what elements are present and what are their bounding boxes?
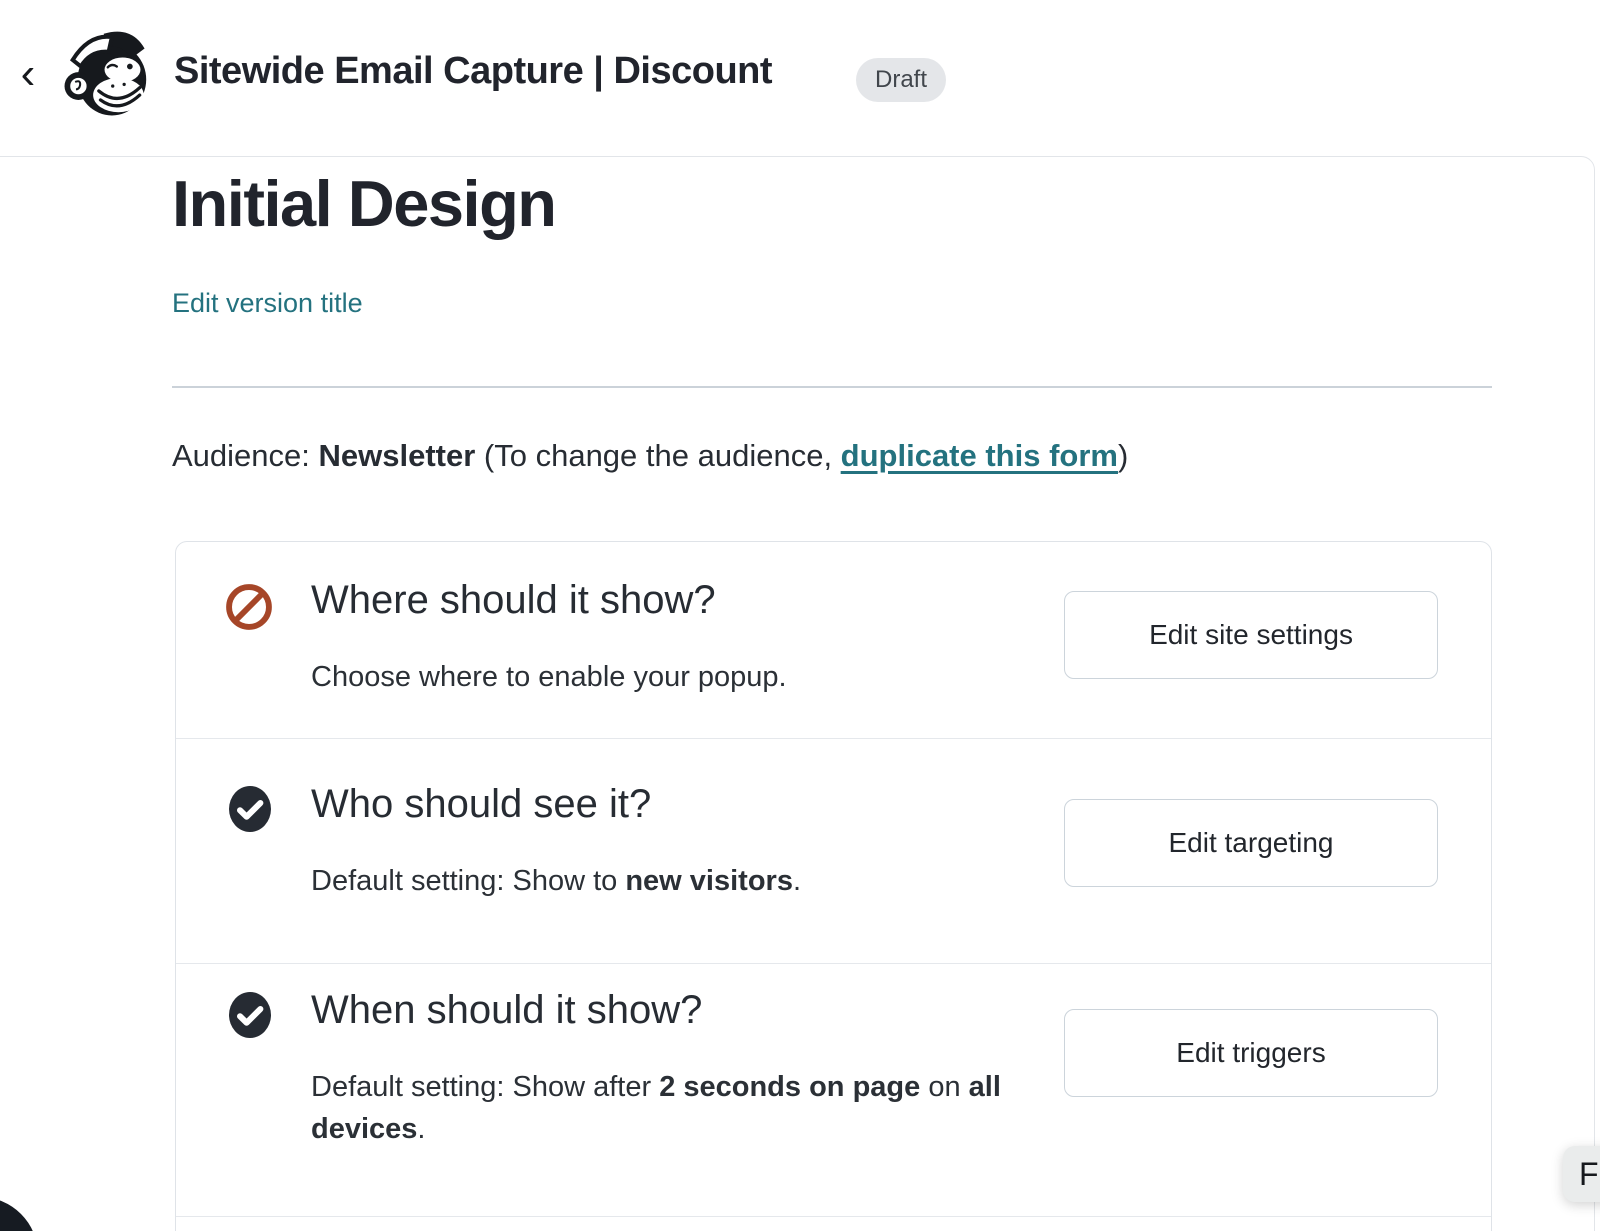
steps-card: Where should it show? Choose where to en… (175, 541, 1492, 1231)
row-divider (176, 963, 1491, 964)
audience-note-close: ) (1118, 438, 1128, 473)
top-bar: ‹ Sitewide Email Capture | Discount Draf… (0, 0, 1600, 156)
edit-triggers-button[interactable]: Edit triggers (1064, 1009, 1438, 1097)
duplicate-form-link[interactable]: duplicate this form (841, 438, 1118, 473)
desc-text: Default setting: Show after (311, 1071, 659, 1103)
desc-bold: 2 seconds on page (659, 1071, 920, 1103)
step-title-when: When should it show? (311, 988, 702, 1033)
step-desc-where: Choose where to enable your popup. (311, 656, 1023, 698)
section-divider (172, 386, 1492, 388)
edit-version-title-link[interactable]: Edit version title (172, 288, 363, 319)
check-circle-icon (226, 785, 274, 833)
row-divider (176, 738, 1491, 739)
audience-note: (To change the audience, (475, 438, 840, 473)
check-circle-icon (226, 991, 274, 1039)
chevron-left-icon: ‹ (21, 52, 36, 96)
page-title: Initial Design (172, 166, 556, 241)
feedback-button[interactable]: F (1563, 1146, 1600, 1202)
prohibited-icon (223, 581, 275, 633)
form-title: Sitewide Email Capture | Discount (174, 50, 772, 93)
desc-text: Choose where to enable your popup. (311, 661, 787, 693)
step-desc-when: Default setting: Show after 2 seconds on… (311, 1066, 1023, 1150)
edit-targeting-button[interactable]: Edit targeting (1064, 799, 1438, 887)
back-button[interactable]: ‹ (8, 46, 48, 102)
audience-line: Audience: Newsletter (To change the audi… (172, 438, 1128, 474)
audience-label: Audience: (172, 438, 319, 473)
mailchimp-freddie-logo (58, 22, 156, 124)
desc-text: . (417, 1113, 425, 1145)
step-title-where: Where should it show? (311, 578, 716, 623)
desc-text: on (920, 1071, 968, 1103)
step-title-who: Who should see it? (311, 782, 651, 827)
desc-text: Default setting: Show to (311, 865, 625, 897)
edit-site-settings-button[interactable]: Edit site settings (1064, 591, 1438, 679)
desc-bold: new visitors (625, 865, 793, 897)
step-desc-who: Default setting: Show to new visitors. (311, 860, 1023, 902)
desc-text: . (793, 865, 801, 897)
status-badge: Draft (856, 58, 946, 102)
row-divider (176, 1216, 1491, 1217)
audience-name: Newsletter (319, 438, 476, 473)
